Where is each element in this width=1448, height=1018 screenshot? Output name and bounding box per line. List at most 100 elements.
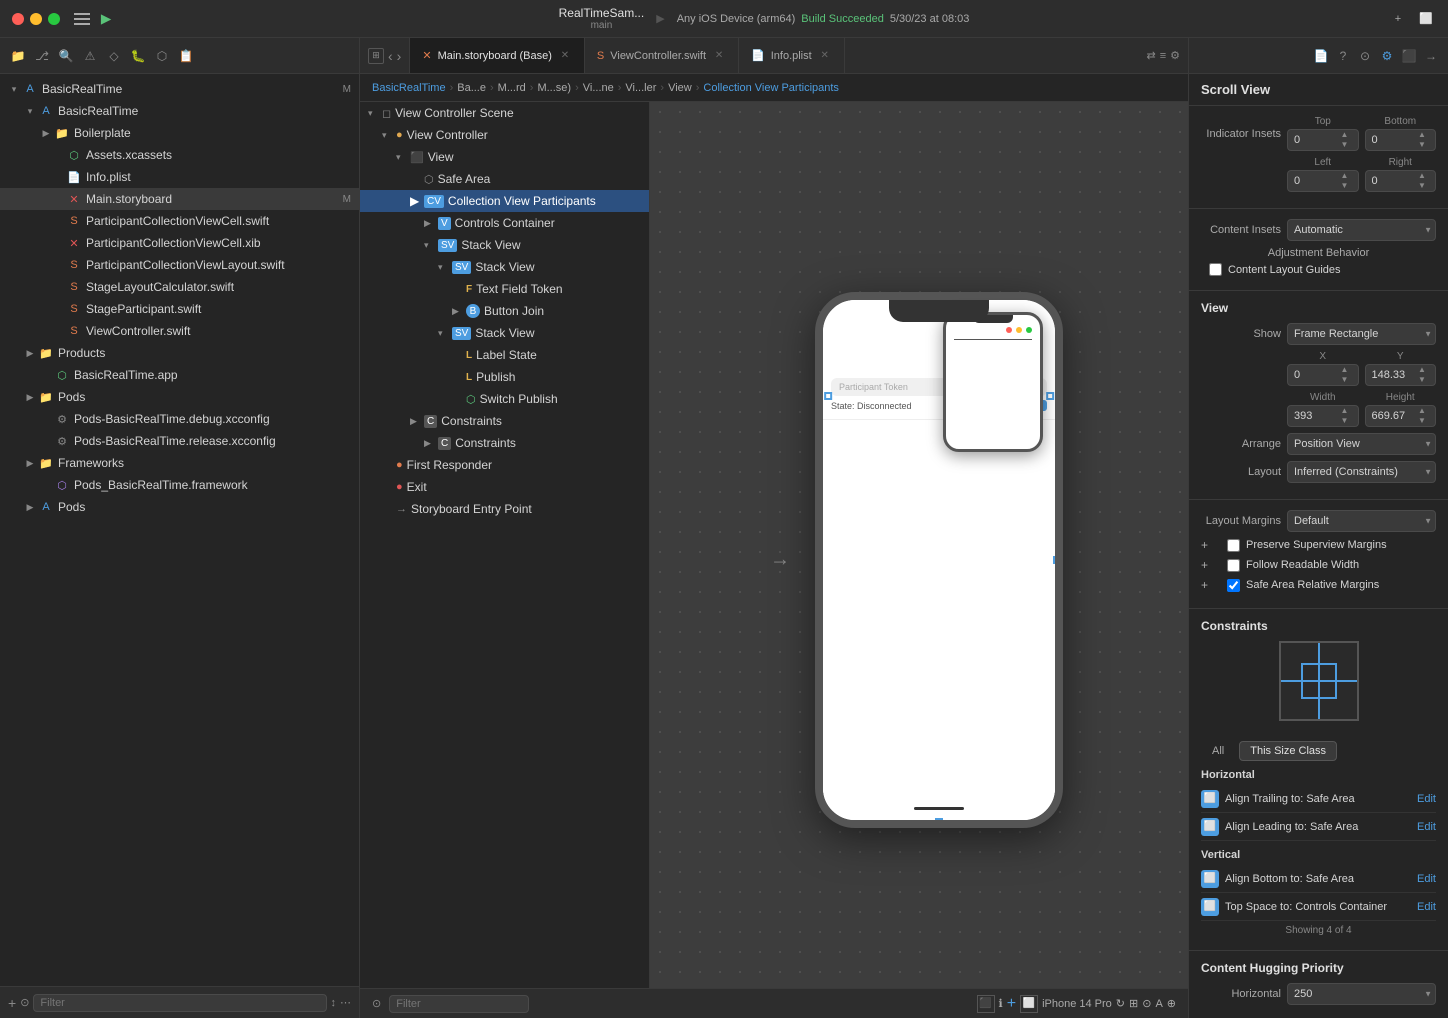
stepper[interactable]: ▲▼ bbox=[1415, 406, 1429, 426]
run-button[interactable]: ▶ bbox=[92, 8, 120, 30]
show-select[interactable]: Frame Rectangle Bounds Rectangle bbox=[1287, 323, 1436, 345]
tab-close-icon[interactable]: ✕ bbox=[818, 49, 832, 63]
file-filter-input[interactable] bbox=[33, 994, 326, 1012]
scene-item-entry-point[interactable]: → Storyboard Entry Point bbox=[360, 498, 649, 520]
height-input[interactable] bbox=[1372, 410, 1412, 422]
constraint-edit-button[interactable]: Edit bbox=[1417, 873, 1436, 885]
tree-item-participantcell-swift[interactable]: S ParticipantCollectionViewCell.swift bbox=[0, 210, 359, 232]
options-icon[interactable]: ⋯ bbox=[340, 996, 351, 1009]
indicator-bottom-input[interactable] bbox=[1372, 134, 1412, 146]
nav-find-icon[interactable]: 🔍 bbox=[56, 46, 76, 66]
arrange-select[interactable]: Position View Align Views Pin to Supervi… bbox=[1287, 433, 1436, 455]
horizontal-hugging-select[interactable]: 250 251 749 1000 bbox=[1287, 983, 1436, 1005]
stepper[interactable]: ▲▼ bbox=[1415, 130, 1429, 150]
scene-item-constraints-vc[interactable]: ▶ C Constraints bbox=[360, 410, 649, 432]
scene-item-collection-view[interactable]: ▶ CV Collection View Participants bbox=[360, 190, 649, 212]
scene-item-stack-view-1[interactable]: ▾ SV Stack View bbox=[360, 234, 649, 256]
file-inspector-icon[interactable]: 📄 bbox=[1312, 47, 1330, 65]
inspector-toggle-icon[interactable]: ⬜ bbox=[1416, 9, 1436, 29]
tree-item-participantlayout[interactable]: S ParticipantCollectionViewLayout.swift bbox=[0, 254, 359, 276]
zoom-level-icon[interactable]: ⊕ bbox=[1167, 997, 1176, 1010]
scene-item-exit[interactable]: ● Exit bbox=[360, 476, 649, 498]
stepper-down[interactable]: ▼ bbox=[1338, 140, 1352, 150]
identity-inspector-icon[interactable]: ⊙ bbox=[1356, 47, 1374, 65]
stepper-down[interactable]: ▼ bbox=[1415, 375, 1429, 385]
fit-page-icon[interactable]: ⬛ bbox=[977, 995, 995, 1013]
tree-item-stagelayout[interactable]: S StageLayoutCalculator.swift bbox=[0, 276, 359, 298]
tree-item-pods-release[interactable]: ⚙ Pods-BasicRealTime.release.xcconfig bbox=[0, 430, 359, 452]
tree-item-boilerplate[interactable]: ▶ 📁 Boilerplate bbox=[0, 122, 359, 144]
breadcrumb-item[interactable]: M...rd bbox=[498, 82, 526, 94]
tab-close-icon[interactable]: ✕ bbox=[558, 49, 572, 63]
tab-infoplist[interactable]: 📄 Info.plist ✕ bbox=[739, 38, 845, 73]
settings-icon[interactable]: ⚙ bbox=[1170, 49, 1180, 62]
scene-item-publish-label[interactable]: L Publish bbox=[360, 366, 649, 388]
y-field[interactable]: ▲▼ bbox=[1365, 364, 1437, 386]
indicator-top-field[interactable]: ▲▼ bbox=[1287, 129, 1359, 151]
margins-select[interactable]: Default Fixed bbox=[1287, 510, 1436, 532]
stepper-up[interactable]: ▲ bbox=[1415, 171, 1429, 181]
stepper-up[interactable]: ▲ bbox=[1338, 365, 1352, 375]
tree-item-pods-debug[interactable]: ⚙ Pods-BasicRealTime.debug.xcconfig bbox=[0, 408, 359, 430]
stepper-up[interactable]: ▲ bbox=[1338, 171, 1352, 181]
tree-item-frameworks[interactable]: ▶ 📁 Frameworks bbox=[0, 452, 359, 474]
size-inspector-icon[interactable]: ⬛ bbox=[1400, 47, 1418, 65]
tree-item-pods-framework[interactable]: ⬡ Pods_BasicRealTime.framework bbox=[0, 474, 359, 496]
tree-item-mainstoryboard[interactable]: ✕ Main.storyboard M bbox=[0, 188, 359, 210]
scene-item-stack-view-2[interactable]: ▾ SV Stack View bbox=[360, 256, 649, 278]
scene-item-view[interactable]: ▾ ⬛ View bbox=[360, 146, 649, 168]
sort-icon[interactable]: ↕ bbox=[331, 997, 337, 1009]
tree-item-app[interactable]: ⬡ BasicRealTime.app bbox=[0, 364, 359, 386]
stepper-up[interactable]: ▲ bbox=[1415, 406, 1429, 416]
tree-item-products[interactable]: ▶ 📁 Products bbox=[0, 342, 359, 364]
tree-item-participantcell-xib[interactable]: ✕ ParticipantCollectionViewCell.xib bbox=[0, 232, 359, 254]
tree-item-pods-group[interactable]: ▶ 📁 Pods bbox=[0, 386, 359, 408]
width-field[interactable]: ▲▼ bbox=[1287, 405, 1359, 427]
stepper[interactable]: ▲▼ bbox=[1338, 406, 1352, 426]
scene-item-constraints-cv[interactable]: ▶ C Constraints bbox=[360, 432, 649, 454]
add-file-icon[interactable]: + bbox=[8, 995, 16, 1011]
zoom-info-icon[interactable]: ℹ bbox=[999, 997, 1003, 1010]
breadcrumb-item[interactable]: Ba...e bbox=[457, 82, 486, 94]
annotation-icon[interactable]: A bbox=[1155, 998, 1162, 1010]
tree-item-infoplist[interactable]: 📄 Info.plist bbox=[0, 166, 359, 188]
layout-select[interactable]: Inferred (Constraints) Absolute bbox=[1287, 461, 1436, 483]
x-field[interactable]: ▲▼ bbox=[1287, 364, 1359, 386]
tab-storyboard[interactable]: ✕ Main.storyboard (Base) ✕ bbox=[410, 38, 585, 73]
scene-item-controls-container[interactable]: ▶ V Controls Container bbox=[360, 212, 649, 234]
scene-item-textfield-token[interactable]: F Text Field Token bbox=[360, 278, 649, 300]
constraint-edit-button[interactable]: Edit bbox=[1417, 901, 1436, 913]
rotate-icon[interactable]: ↻ bbox=[1116, 997, 1125, 1010]
stepper-down[interactable]: ▼ bbox=[1415, 181, 1429, 191]
scene-item-safe-area[interactable]: ⬡ Safe Area bbox=[360, 168, 649, 190]
tree-item-basicrealtime-group[interactable]: ▾ A BasicRealTime bbox=[0, 100, 359, 122]
indicator-right-field[interactable]: ▲▼ bbox=[1365, 170, 1437, 192]
layout-options-icon[interactable]: ⊞ bbox=[1129, 997, 1138, 1010]
back-icon[interactable]: ‹ bbox=[388, 48, 393, 64]
nav-breakpoints-icon[interactable]: ⬡ bbox=[152, 46, 172, 66]
constraints-tab-all[interactable]: All bbox=[1201, 741, 1235, 761]
tree-item-stageparticipant[interactable]: S StageParticipant.swift bbox=[0, 298, 359, 320]
close-button[interactable] bbox=[12, 13, 24, 25]
width-input[interactable] bbox=[1294, 410, 1334, 422]
nav-files-icon[interactable]: 📁 bbox=[8, 46, 28, 66]
breadcrumb-item[interactable]: M...se) bbox=[537, 82, 571, 94]
breadcrumb-item[interactable]: View bbox=[668, 82, 692, 94]
scene-item-vc[interactable]: ▾ ● View Controller bbox=[360, 124, 649, 146]
scene-item-switch-publish[interactable]: ⬡ Switch Publish bbox=[360, 388, 649, 410]
indicator-left-input[interactable] bbox=[1294, 175, 1334, 187]
fullscreen-button[interactable] bbox=[48, 13, 60, 25]
height-field[interactable]: ▲▼ bbox=[1365, 405, 1437, 427]
tab-viewcontroller[interactable]: S ViewController.swift ✕ bbox=[585, 38, 739, 73]
breadcrumb-item[interactable]: Vi...ne bbox=[583, 82, 614, 94]
preserve-superview-checkbox[interactable] bbox=[1227, 539, 1240, 552]
nav-warnings-icon[interactable]: ⚠ bbox=[80, 46, 100, 66]
scene-item-first-responder[interactable]: ● First Responder bbox=[360, 454, 649, 476]
tree-item-basicrealtime-root[interactable]: ▾ A BasicRealTime M bbox=[0, 78, 359, 100]
y-input[interactable] bbox=[1372, 369, 1412, 381]
add-button-icon[interactable]: + bbox=[1007, 995, 1016, 1013]
nav-scm-icon[interactable]: ⎇ bbox=[32, 46, 52, 66]
stepper-up[interactable]: ▲ bbox=[1338, 130, 1352, 140]
forward-icon[interactable]: › bbox=[397, 48, 402, 64]
scene-item-button-join[interactable]: ▶ B Button Join bbox=[360, 300, 649, 322]
